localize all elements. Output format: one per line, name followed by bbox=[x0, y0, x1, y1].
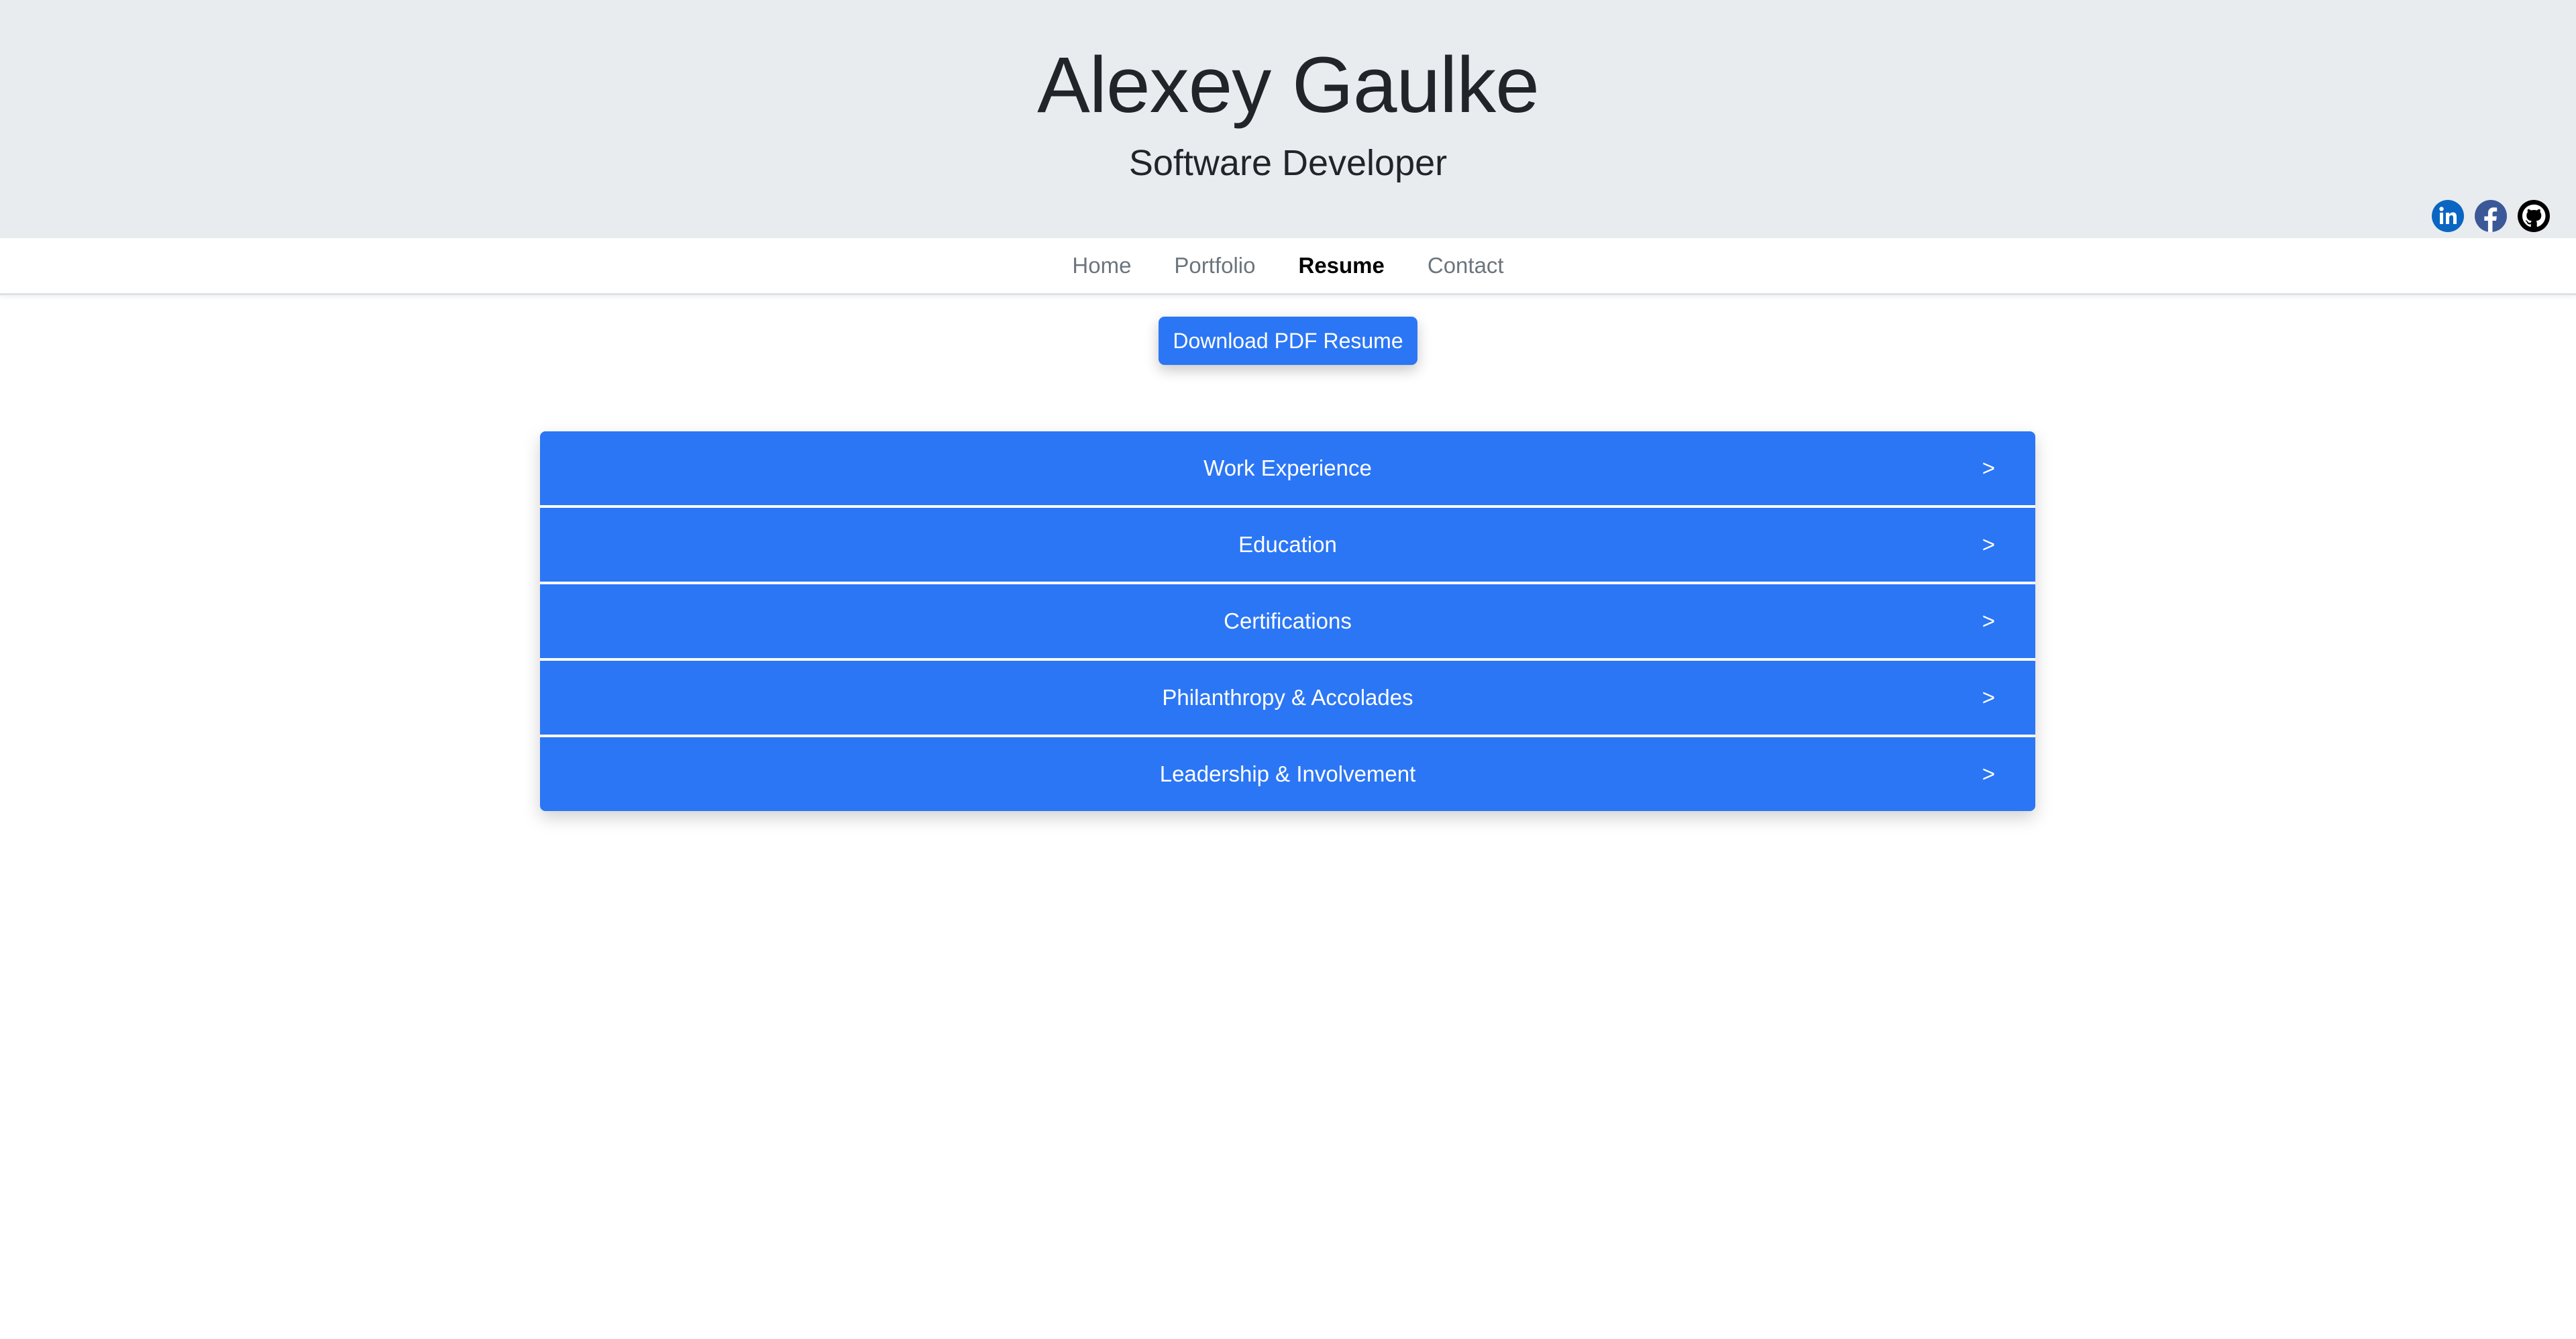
chevron-right-icon: > bbox=[1982, 532, 1995, 557]
resume-accordion: Work Experience > Education > Certificat… bbox=[540, 431, 2035, 811]
site-subtitle: Software Developer bbox=[1128, 143, 1448, 183]
chevron-right-icon: > bbox=[1982, 685, 1995, 710]
chevron-right-icon: > bbox=[1982, 456, 1995, 480]
nav-contact[interactable]: Contact bbox=[1406, 238, 1525, 293]
nav-portfolio[interactable]: Portfolio bbox=[1152, 238, 1277, 293]
accordion-label: Certifications bbox=[1224, 608, 1352, 633]
page-header: Alexey Gaulke Software Developer bbox=[0, 0, 2576, 238]
accordion-education[interactable]: Education > bbox=[540, 508, 2035, 584]
chevron-right-icon: > bbox=[1982, 761, 1995, 786]
main-nav: Home Portfolio Resume Contact bbox=[0, 238, 2576, 295]
chevron-right-icon: > bbox=[1982, 608, 1995, 633]
accordion-philanthropy-accolades[interactable]: Philanthropy & Accolades > bbox=[540, 661, 2035, 737]
site-name: Alexey Gaulke bbox=[1037, 41, 1540, 129]
github-icon[interactable] bbox=[2517, 199, 2551, 233]
download-pdf-resume-button[interactable]: Download PDF Resume bbox=[1159, 317, 1417, 365]
linkedin-icon[interactable] bbox=[2431, 199, 2465, 233]
accordion-work-experience[interactable]: Work Experience > bbox=[540, 431, 2035, 508]
accordion-label: Work Experience bbox=[1203, 456, 1372, 480]
facebook-icon[interactable] bbox=[2474, 199, 2508, 233]
accordion-label: Education bbox=[1238, 532, 1337, 557]
nav-home[interactable]: Home bbox=[1051, 238, 1152, 293]
nav-resume[interactable]: Resume bbox=[1277, 238, 1405, 293]
social-links bbox=[2431, 199, 2551, 233]
accordion-label: Leadership & Involvement bbox=[1159, 761, 1416, 786]
accordion-leadership-involvement[interactable]: Leadership & Involvement > bbox=[540, 737, 2035, 811]
accordion-certifications[interactable]: Certifications > bbox=[540, 584, 2035, 661]
accordion-label: Philanthropy & Accolades bbox=[1162, 685, 1413, 710]
